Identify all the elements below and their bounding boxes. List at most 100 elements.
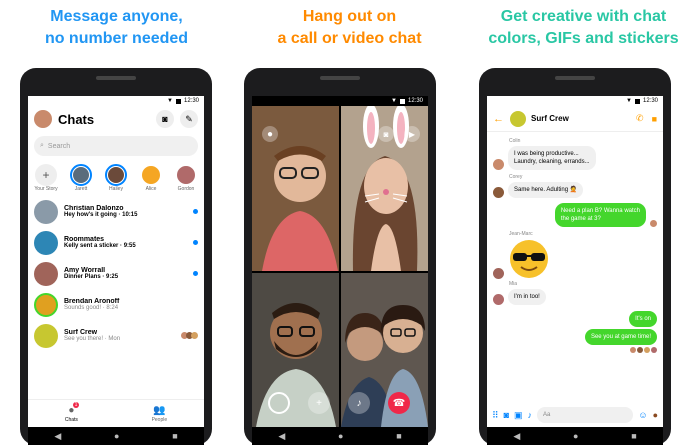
avatar (191, 332, 198, 339)
chat-message: Sounds good! (64, 305, 102, 311)
message-bubble[interactable]: See you at game time! (584, 329, 657, 345)
story-label: Hailey (109, 186, 123, 192)
home-icon[interactable]: ● (338, 431, 343, 441)
seen-avatars (181, 332, 198, 339)
message-input[interactable]: Aa (537, 407, 634, 423)
chat-row-amy[interactable]: Amy Worrall Dinner Plans · 9:25 (28, 258, 204, 289)
tab-label: People (151, 416, 168, 423)
back-arrow-icon[interactable]: ← (493, 113, 504, 125)
message-bubble[interactable]: I'm in too! (508, 289, 546, 305)
status-bar: ▼ 12:30 (487, 96, 663, 106)
chat-time: · 8:24 (102, 305, 119, 311)
message-line: I'm in too! (514, 294, 540, 300)
caption-line: no number needed (44, 30, 189, 47)
microphone-icon[interactable]: ♪ (348, 392, 370, 414)
video-toggle-icon[interactable]: ▶ (404, 126, 420, 142)
phone-icon[interactable]: ✆ (636, 113, 644, 124)
message-bubble[interactable]: I was being productive... Laundry, cleani… (508, 146, 596, 170)
camera-icon[interactable]: ◙ (504, 410, 509, 420)
recents-icon[interactable]: ■ (631, 431, 636, 441)
recents-icon[interactable]: ■ (172, 431, 177, 441)
group-avatar (510, 110, 526, 127)
microphone-icon[interactable]: ♪ (528, 410, 533, 420)
story-alice[interactable]: Alice (139, 164, 163, 192)
message-composer: ⠿ ◙ ▣ ♪ Aa ☺ ● (487, 403, 663, 427)
cool-face-sticker[interactable] (508, 239, 550, 279)
video-icon[interactable]: ■ (652, 114, 657, 124)
message-bubble[interactable]: Same here. Adulting 🤦 (508, 182, 584, 198)
chat-row-christian[interactable]: Christian Dalonzo Hey how's it going · 1… (28, 196, 204, 227)
recents-icon[interactable]: ■ (396, 431, 401, 441)
caption-line: a call or video chat (277, 30, 422, 47)
back-icon[interactable]: ◀ (278, 431, 285, 442)
compose-icon[interactable]: ✎ (180, 110, 198, 128)
phone-chats: ▼ 12:30 Chats ◙ ✎ ⌕ Search + Your Story … (20, 68, 212, 445)
chat-time: · Mon (104, 336, 121, 342)
more-apps-icon[interactable]: ⠿ (492, 410, 499, 421)
chat-preview: Hey how's it going · 10:15 (64, 212, 193, 218)
avatar (630, 347, 636, 353)
message-line: I was being productive... (514, 151, 579, 157)
camera-switch-icon[interactable]: ◙ (378, 126, 394, 142)
home-icon[interactable]: ● (114, 431, 119, 441)
wifi-icon: ▼ (167, 98, 173, 104)
caption-calls: Hang out on a call or video chat (233, 6, 466, 50)
status-time: 12:30 (642, 98, 658, 104)
thread-header: ← Surf Crew ✆ ■ (487, 106, 663, 132)
end-call-button[interactable]: ☎ (388, 392, 410, 414)
message-row: Need a plan B? Wanna watch the game at 3? (493, 203, 657, 227)
story-jarett[interactable]: Jarett (69, 164, 93, 192)
speaker-grille (96, 76, 136, 80)
chat-row-roommates[interactable]: Roommates Kelly sent a sticker · 9:55 (28, 227, 204, 258)
message-line: Need a plan B? Wanna watch (560, 208, 640, 214)
story-your-story[interactable]: + Your Story (34, 164, 58, 192)
caption-line: colors, GIFs and stickers (488, 30, 679, 47)
story-gordon[interactable]: Gordon (174, 164, 198, 192)
avatar (175, 164, 197, 186)
chat-row-surf-crew[interactable]: Surf Crew See you there! · Mon (28, 320, 204, 351)
speaker-grille (320, 76, 360, 80)
sender-name: Colin (509, 138, 521, 144)
chats-badge: 1 (72, 401, 80, 408)
home-icon[interactable]: ● (573, 431, 578, 441)
chat-preview: Sounds good! · 8:24 (64, 305, 198, 311)
avatar (493, 159, 504, 170)
message-bubble[interactable]: It's on (629, 311, 657, 327)
effects-icon[interactable]: ● (262, 126, 278, 142)
story-hailey[interactable]: Hailey (104, 164, 128, 192)
camera-icon[interactable]: ◙ (156, 110, 174, 128)
message-line: Laundry, cleaning, errands... (514, 159, 590, 165)
avatar (34, 261, 58, 286)
chat-preview: See you there! · Mon (64, 336, 181, 342)
chat-name: Surf Crew (64, 329, 98, 336)
message-list: Colin I was being productive... Laundry, … (487, 132, 663, 353)
profile-avatar[interactable] (34, 110, 52, 128)
story-ring (105, 164, 127, 186)
chat-row-brendan[interactable]: Brendan Aronoff Sounds good! · 8:24 (28, 289, 204, 320)
status-bar: ▼ 12:30 (28, 96, 204, 106)
back-icon[interactable]: ◀ (54, 431, 61, 442)
android-nav-bar: ◀ ● ■ (487, 427, 663, 445)
story-label: Your Story (34, 186, 58, 192)
caption-creative: Get creative with chat colors, GIFs and … (467, 6, 700, 50)
message-bubble[interactable]: Need a plan B? Wanna watch the game at 3? (554, 203, 646, 227)
tab-chats[interactable]: ● 1 Chats (65, 401, 80, 423)
story-label: Alice (145, 186, 157, 192)
chat-time: · 9:55 (120, 243, 136, 249)
capture-button[interactable] (268, 392, 290, 414)
status-time: 12:30 (183, 98, 199, 104)
football-emoji-icon[interactable]: ● (653, 410, 658, 420)
avatar (34, 230, 58, 255)
image-icon[interactable]: ▣ (514, 410, 523, 421)
chat-bubble-icon: ● 1 (68, 401, 80, 416)
message-row (493, 239, 657, 279)
add-person-icon[interactable]: + (308, 392, 330, 414)
chats-header: Chats ◙ ✎ (28, 106, 204, 132)
back-icon[interactable]: ◀ (513, 431, 520, 442)
avatar (34, 199, 58, 224)
emoji-icon[interactable]: ☺ (638, 410, 647, 420)
message-line: See you at game time! (590, 334, 651, 340)
tab-people[interactable]: 👥 People (152, 405, 168, 423)
android-nav-bar: ◀ ● ■ (252, 427, 428, 445)
search-input[interactable]: ⌕ Search (34, 136, 198, 156)
